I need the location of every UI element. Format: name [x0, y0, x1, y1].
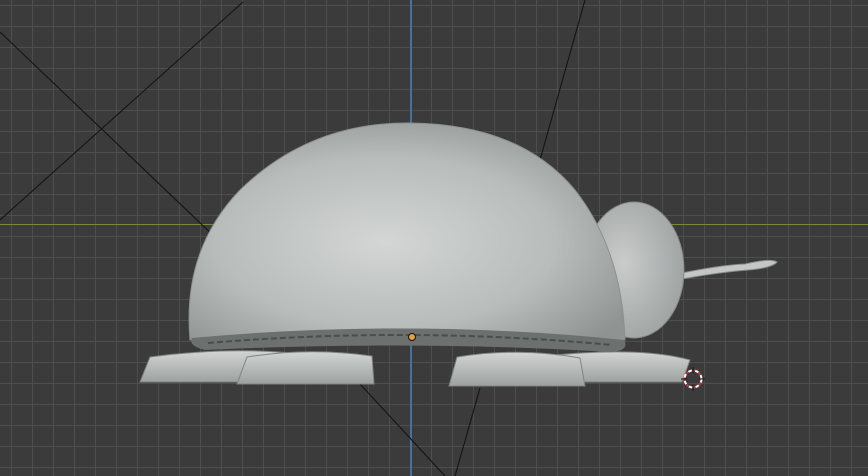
front-feet [236, 351, 586, 387]
antenna [671, 259, 778, 281]
3d-cursor-icon[interactable] [681, 367, 705, 391]
feet [139, 350, 691, 383]
3d-viewport[interactable] [0, 0, 868, 476]
origin-dot-icon [408, 333, 416, 341]
shell-dome [188, 122, 626, 341]
scene-canvas[interactable] [0, 0, 868, 476]
